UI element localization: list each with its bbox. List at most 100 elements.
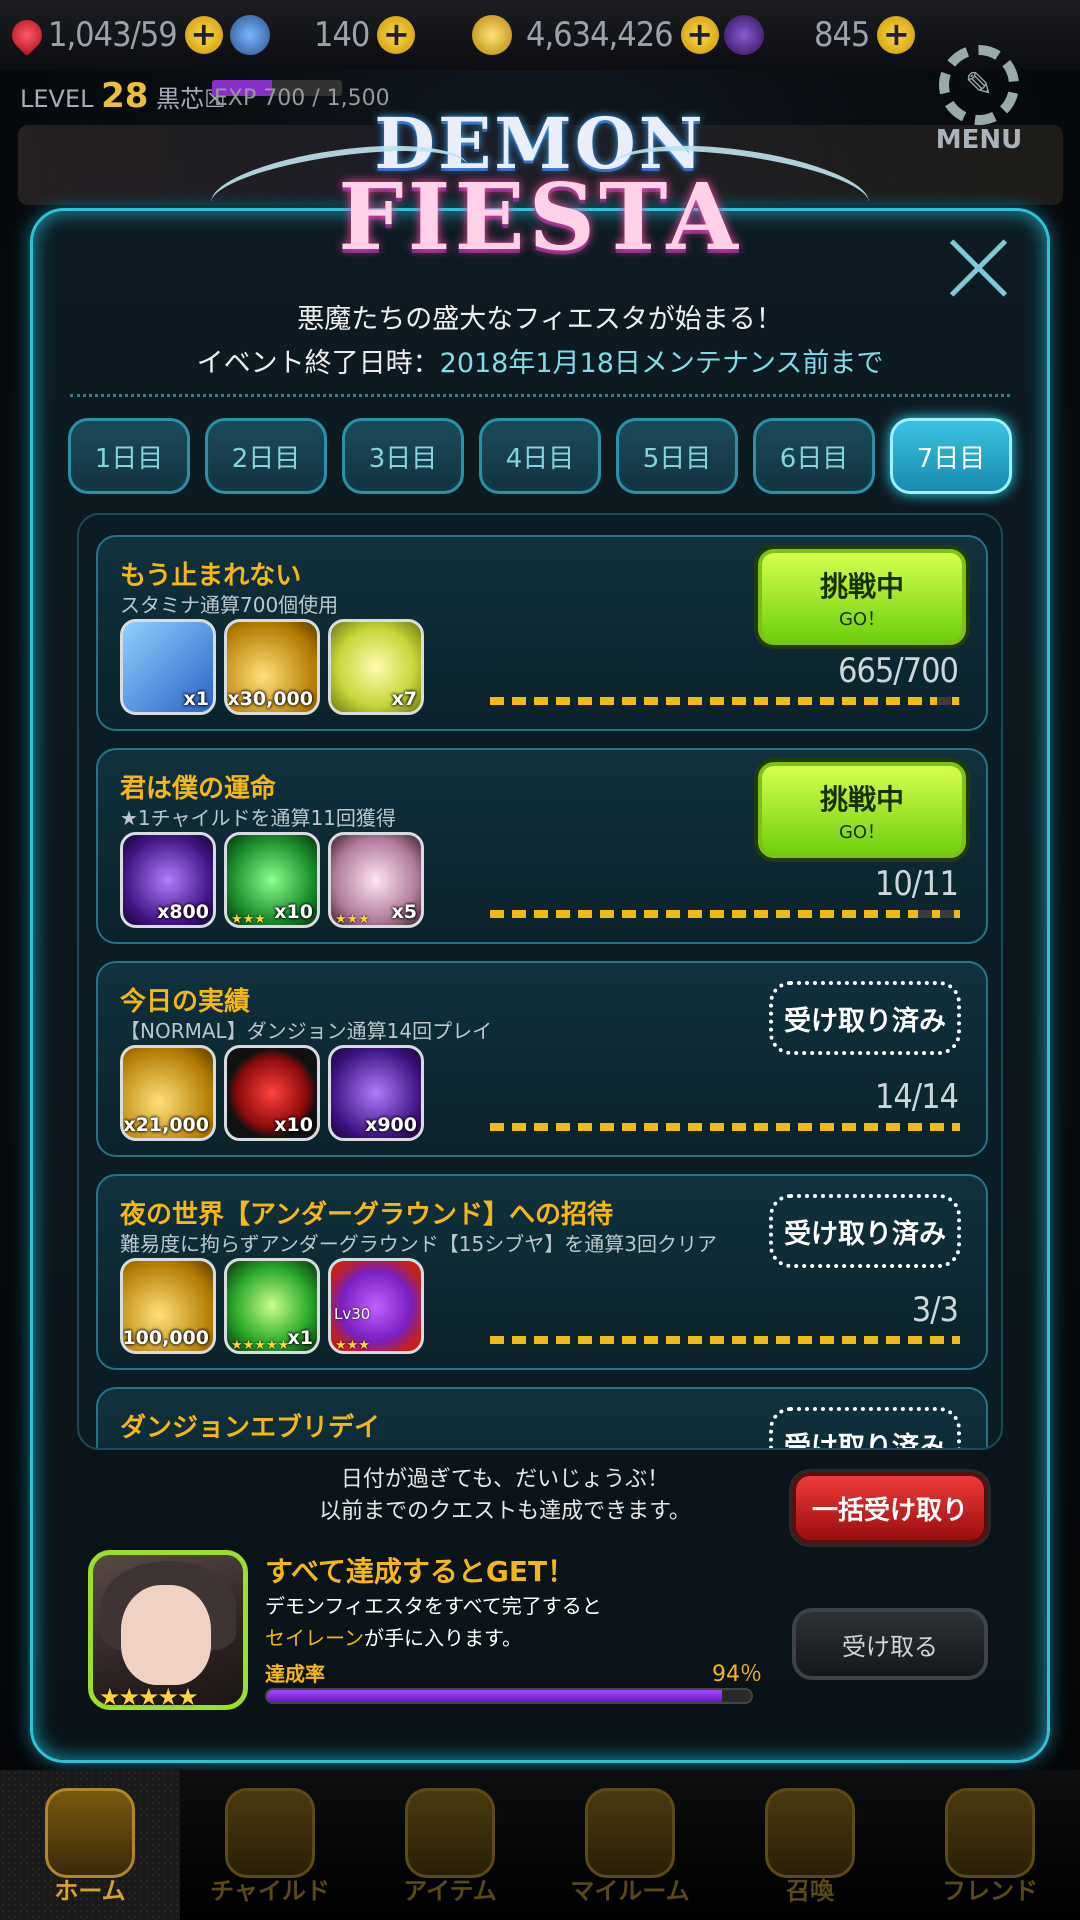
tab-day-2[interactable]: 2日目 [205, 418, 327, 494]
soul-value: 845 [814, 15, 870, 55]
purple-monster-icon: ★★★ Lv30 [328, 1258, 424, 1354]
receive-button[interactable]: 受け取る [792, 1608, 988, 1680]
add-soul-button[interactable]: + [877, 16, 916, 54]
received-badge: 受け取り済み [769, 1407, 961, 1448]
purple-heart-gem-icon: x800 [120, 832, 216, 928]
add-stamina-button[interactable]: + [184, 16, 223, 54]
quest-description: 難易度に拘らずアンダーグラウンド【15シブヤ】を通算3回クリア [120, 1232, 717, 1256]
nav-label: マイルーム [570, 1877, 690, 1905]
nav-label: 召喚 [786, 1877, 834, 1905]
event-end-time: イベント終了日時：2018年1月18日メンテナンス前まで [196, 348, 884, 379]
reward-quantity: x30,000 [227, 688, 313, 710]
gem-stat: 140 + [230, 12, 416, 58]
quest-progress: 10/11 [874, 864, 959, 904]
quest-title: 君は僕の運命 [120, 774, 277, 804]
quest-card: もう止まれない スタミナ通算700個使用 x1 x30,000 x7 665/700 挑戦中… [96, 535, 988, 731]
reward-quantity: x1 [287, 1327, 313, 1349]
challenge-label: 挑戦中 [819, 570, 904, 603]
quest-description: 【NORMAL】ダンジョン通算14回プレイ [120, 1019, 493, 1043]
reward-quantity: x10 [274, 1114, 313, 1136]
reward-quantity: x800 [157, 901, 209, 923]
event-subtitle: 悪魔たちの盛大なフィエスタが始まる！ [297, 304, 783, 335]
progress-dashes [490, 1336, 960, 1344]
reward-stars: ★★★★★ [231, 1338, 290, 1353]
reward-list: x100,000 x1 ★★★★★ ★★★ Lv30 [120, 1258, 424, 1354]
stamina-value: 1,043/59 [48, 15, 178, 55]
nav-label: チャイルド [210, 1877, 330, 1905]
red-heart-icon: x10 [224, 1045, 320, 1141]
divider [70, 394, 1010, 397]
received-badge: 受け取り済み [769, 1194, 961, 1268]
reward-quantity: x1 [183, 688, 209, 710]
quest-progress: 14/14 [874, 1077, 959, 1117]
coin-value: 4,634,426 [526, 15, 674, 55]
quest-description: スタミナ通算700個使用 [120, 593, 339, 617]
coin-pile-icon: x21,000 [120, 1045, 216, 1141]
nav-child[interactable]: チャイルド [180, 1770, 360, 1920]
my-room-icon [585, 1788, 675, 1878]
challenge-label: 挑戦中 [819, 783, 904, 816]
home-icon [45, 1788, 135, 1878]
nav-item[interactable]: アイテム [360, 1770, 540, 1920]
claim-all-button[interactable]: 一括受け取り [792, 1472, 988, 1544]
tab-day-1[interactable]: 1日目 [68, 418, 190, 494]
coin-pile-icon: x100,000 [120, 1258, 216, 1354]
reward-stars: ★★★ [335, 1338, 370, 1353]
tab-day-6[interactable]: 6日目 [753, 418, 875, 494]
bottom-note: 日付が過ぎても、だいじょうぶ！ 以前までのクエストも達成できます。 [319, 1467, 691, 1524]
nav-summon[interactable]: 召喚 [720, 1770, 900, 1920]
reward-list: x21,000 x10 x900 [120, 1045, 424, 1141]
challenge-go-button[interactable]: 挑戦中 GO！ [758, 762, 966, 858]
reward-quantity: x21,000 [123, 1114, 209, 1136]
reward-list: x800 x10 ★★★ x5 ★★★ [120, 832, 424, 928]
quest-title: もう止まれない [120, 561, 302, 591]
nav-home[interactable]: ホーム [0, 1770, 180, 1920]
tab-day-4[interactable]: 4日目 [479, 418, 601, 494]
coin-stat: 4,634,426 + [472, 12, 719, 58]
quest-list[interactable]: もう止まれない スタミナ通算700個使用 x1 x30,000 x7 665/700 挑戦中… [77, 513, 1003, 1450]
friend-icon [945, 1788, 1035, 1878]
bottom-navigation: ホーム チャイルド アイテム マイルーム 召喚 フレンド [0, 1770, 1080, 1920]
purple-heart-gem-icon: x900 [328, 1045, 424, 1141]
go-label: GO！ [838, 822, 886, 843]
pink-gem-icon: x5 ★★★ [328, 832, 424, 928]
tab-day-7[interactable]: 7日目 [890, 418, 1012, 494]
nav-my-room[interactable]: マイルーム [540, 1770, 720, 1920]
add-coin-button[interactable]: + [680, 16, 719, 54]
ticket-icon: x7 [328, 619, 424, 715]
quest-description: ★1チャイルドを通算11回獲得 [120, 806, 396, 830]
item-icon [405, 1788, 495, 1878]
quest-progress: 3/3 [911, 1290, 959, 1330]
reward-quantity: x900 [365, 1114, 417, 1136]
quest-card: 今日の実績 【NORMAL】ダンジョン通算14回プレイ x21,000 x10 x900… [96, 961, 988, 1157]
close-icon[interactable] [948, 238, 1008, 298]
top-status-bar: 1,043/59 + 140 + 4,634,426 + 845 + [0, 0, 1080, 70]
nav-label: アイテム [403, 1877, 497, 1905]
nav-friend[interactable]: フレンド [900, 1770, 1080, 1920]
completion-reward-title: すべて達成するとGET！ [265, 1555, 576, 1588]
achievement-rate-label: 達成率 [265, 1662, 325, 1686]
add-gem-button[interactable]: + [377, 16, 416, 54]
quest-card: 夜の世界【アンダーグラウンド】への招待 難易度に拘らずアンダーグラウンド【15シブ… [96, 1174, 988, 1370]
green-gem-icon: x10 ★★★ [224, 832, 320, 928]
gem-value: 140 [314, 15, 370, 55]
progress-dashes [490, 910, 960, 918]
bank-card-icon: x1 [120, 619, 216, 715]
reward-quantity: x7 [391, 688, 417, 710]
challenge-go-button[interactable]: 挑戦中 GO！ [758, 549, 966, 645]
stamina-stat: 1,043/59 + [5, 12, 223, 58]
heart-icon [5, 13, 49, 57]
tab-day-5[interactable]: 5日目 [616, 418, 738, 494]
day-tabs: 1日目 2日目 3日目 4日目 5日目 6日目 7日目 [68, 418, 1012, 494]
reward-quantity: x10 [274, 901, 313, 923]
child-icon [225, 1788, 315, 1878]
gem-icon [230, 15, 270, 55]
coin-icon [472, 15, 512, 55]
quest-title: 夜の世界【アンダーグラウンド】への招待 [120, 1200, 613, 1230]
soul-stat: 845 + [724, 12, 916, 58]
reward-stars: ★★★ [231, 912, 266, 927]
tab-day-3[interactable]: 3日目 [342, 418, 464, 494]
quest-progress: 665/700 [837, 651, 959, 691]
achievement-rate-value: 94％ [712, 1662, 762, 1687]
nav-label: ホーム [54, 1877, 126, 1905]
